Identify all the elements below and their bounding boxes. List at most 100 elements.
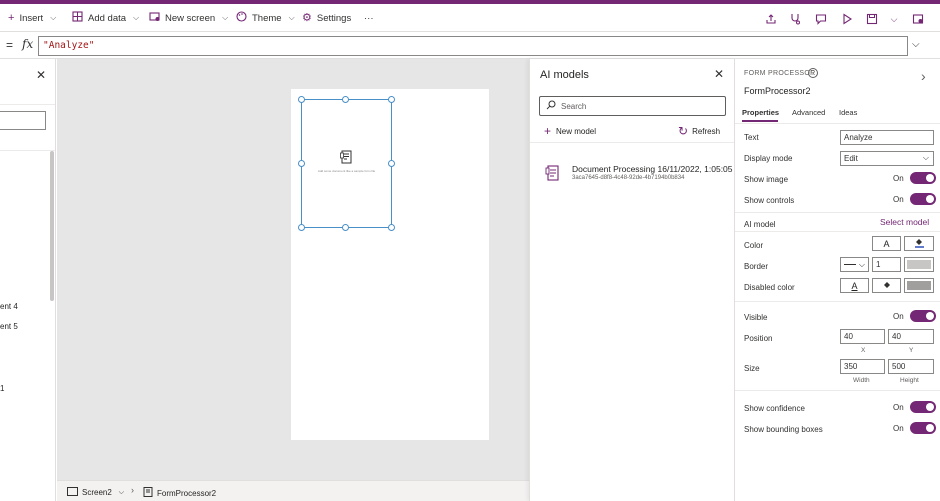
color-swatch bbox=[907, 260, 931, 269]
tree-item[interactable]: 1 bbox=[0, 384, 4, 393]
add-data-button[interactable]: Add data ⌵ bbox=[72, 4, 139, 32]
plus-icon: + bbox=[544, 124, 552, 138]
active-tab-indicator bbox=[742, 120, 778, 122]
color-swatch bbox=[907, 281, 931, 290]
gear-icon: ⚙ bbox=[302, 11, 312, 24]
position-y-input[interactable]: 40 bbox=[888, 329, 934, 344]
toggle-switch bbox=[909, 172, 936, 184]
tree-item[interactable]: ent 4 bbox=[0, 302, 18, 311]
database-icon bbox=[72, 11, 83, 25]
screen-icon bbox=[67, 487, 78, 498]
resize-handle[interactable] bbox=[342, 96, 349, 103]
height-input[interactable]: 500 bbox=[888, 359, 934, 374]
model-id: 3aca7645-d8f8-4c48-92de-4b7194b0b834 bbox=[572, 175, 685, 181]
close-icon[interactable]: ✕ bbox=[714, 67, 724, 81]
paint-bucket-icon bbox=[914, 237, 925, 250]
divider bbox=[735, 212, 940, 213]
disabled-fill-color-picker[interactable] bbox=[872, 278, 901, 293]
search-input[interactable]: Search bbox=[539, 96, 726, 116]
chevron-down-icon[interactable]: ⌵ bbox=[912, 39, 920, 50]
equals-sign: = bbox=[6, 38, 14, 52]
save-icon[interactable] bbox=[865, 12, 879, 26]
border-style-select[interactable]: ⌵ bbox=[840, 257, 869, 272]
tab-properties[interactable]: Properties bbox=[742, 108, 779, 117]
disabled-border-color-picker[interactable] bbox=[904, 278, 934, 293]
more-button[interactable]: ··· bbox=[364, 4, 374, 32]
resize-handle[interactable] bbox=[298, 96, 305, 103]
position-label: Position bbox=[744, 334, 773, 343]
divider bbox=[530, 142, 735, 143]
ai-model-list-item[interactable]: Document Processing 16/11/2022, 1:05:05 … bbox=[540, 159, 742, 189]
status-bar: Screen2 ⌵ › FormProcessor2 bbox=[57, 480, 529, 501]
control-name: FormProcessor2 bbox=[744, 86, 811, 96]
command-bar: + Insert ⌵ Add data ⌵ New screen ⌵ Theme… bbox=[0, 4, 940, 32]
chevron-down-icon: ⌵ bbox=[222, 13, 229, 22]
paint-bucket-icon bbox=[882, 280, 892, 292]
new-screen-button[interactable]: New screen ⌵ bbox=[149, 4, 228, 32]
show-controls-toggle[interactable]: On bbox=[893, 193, 936, 205]
border-color-picker[interactable] bbox=[904, 257, 934, 272]
panel-title: AI models bbox=[540, 69, 589, 81]
select-model-link[interactable]: Select model bbox=[880, 217, 929, 227]
share-icon[interactable] bbox=[764, 12, 778, 26]
search-icon bbox=[546, 100, 556, 112]
visible-label: Visible bbox=[744, 313, 768, 322]
control-hint: Add some document like a sample form fil… bbox=[317, 169, 376, 173]
chevron-down-icon: ⌵ bbox=[133, 13, 140, 22]
stethoscope-icon[interactable] bbox=[788, 12, 802, 26]
disabled-text-color-picker[interactable]: A bbox=[840, 278, 869, 293]
chevron-down-icon: ⌵ bbox=[118, 488, 125, 496]
play-icon[interactable] bbox=[840, 12, 854, 26]
resize-handle[interactable] bbox=[388, 224, 395, 231]
ai-model-label: AI model bbox=[744, 220, 776, 229]
chevron-down-icon[interactable]: ⌵ bbox=[887, 12, 901, 26]
scrollbar[interactable] bbox=[50, 151, 54, 301]
refresh-button[interactable]: ↻ Refresh bbox=[678, 124, 720, 138]
search-input[interactable] bbox=[0, 111, 46, 130]
tab-advanced[interactable]: Advanced bbox=[792, 108, 825, 117]
publish-icon[interactable] bbox=[911, 12, 925, 26]
tree-item[interactable]: ent 5 bbox=[0, 322, 18, 331]
show-confidence-toggle[interactable]: On bbox=[893, 401, 936, 413]
refresh-icon: ↻ bbox=[678, 124, 689, 138]
border-width-input[interactable]: 1 bbox=[872, 257, 901, 272]
theme-button[interactable]: Theme ⌵ bbox=[236, 4, 295, 32]
new-model-button[interactable]: + New model bbox=[544, 124, 596, 138]
tree-view-panel: ✕ ent 4 ent 5 1 bbox=[0, 59, 56, 501]
toggle-switch bbox=[909, 422, 936, 434]
resize-handle[interactable] bbox=[388, 96, 395, 103]
close-icon[interactable]: ✕ bbox=[36, 68, 46, 82]
formula-input[interactable]: "Analyze" bbox=[38, 36, 908, 56]
control-type: FORM PROCESSOR bbox=[744, 70, 816, 77]
resize-handle[interactable] bbox=[298, 224, 305, 231]
visible-toggle[interactable]: On bbox=[893, 310, 936, 322]
text-color-picker[interactable]: A bbox=[872, 236, 901, 251]
resize-handle[interactable] bbox=[342, 224, 349, 231]
resize-handle[interactable] bbox=[388, 160, 395, 167]
insert-button[interactable]: + Insert ⌵ bbox=[8, 4, 56, 32]
resize-handle[interactable] bbox=[298, 160, 305, 167]
toggle-switch bbox=[909, 193, 936, 205]
show-image-toggle[interactable]: On bbox=[893, 172, 936, 184]
screen-icon bbox=[149, 11, 160, 25]
width-caption: Width bbox=[853, 377, 870, 384]
width-input[interactable]: 350 bbox=[840, 359, 885, 374]
display-mode-select[interactable]: Edit ⌵ bbox=[840, 151, 934, 166]
show-bounding-boxes-toggle[interactable]: On bbox=[893, 422, 936, 434]
screen-selector[interactable]: Screen2 ⌵ bbox=[67, 487, 124, 498]
chevron-right-icon[interactable]: › bbox=[921, 68, 926, 84]
text-label: Text bbox=[744, 133, 759, 142]
document-icon bbox=[340, 150, 353, 166]
comment-icon[interactable] bbox=[814, 12, 828, 26]
control-breadcrumb[interactable]: FormProcessor2 bbox=[143, 487, 216, 499]
text-input[interactable]: Analyze bbox=[840, 130, 934, 145]
help-icon[interactable]: ? bbox=[808, 68, 818, 78]
height-caption: Height bbox=[900, 377, 919, 384]
fill-color-picker[interactable] bbox=[904, 236, 934, 251]
position-x-input[interactable]: 40 bbox=[840, 329, 885, 344]
settings-button[interactable]: ⚙ Settings bbox=[302, 4, 351, 32]
display-mode-label: Display mode bbox=[744, 154, 793, 163]
document-processing-icon bbox=[545, 165, 559, 183]
tab-ideas[interactable]: Ideas bbox=[839, 108, 857, 117]
chevron-down-icon: ⌵ bbox=[858, 259, 865, 269]
